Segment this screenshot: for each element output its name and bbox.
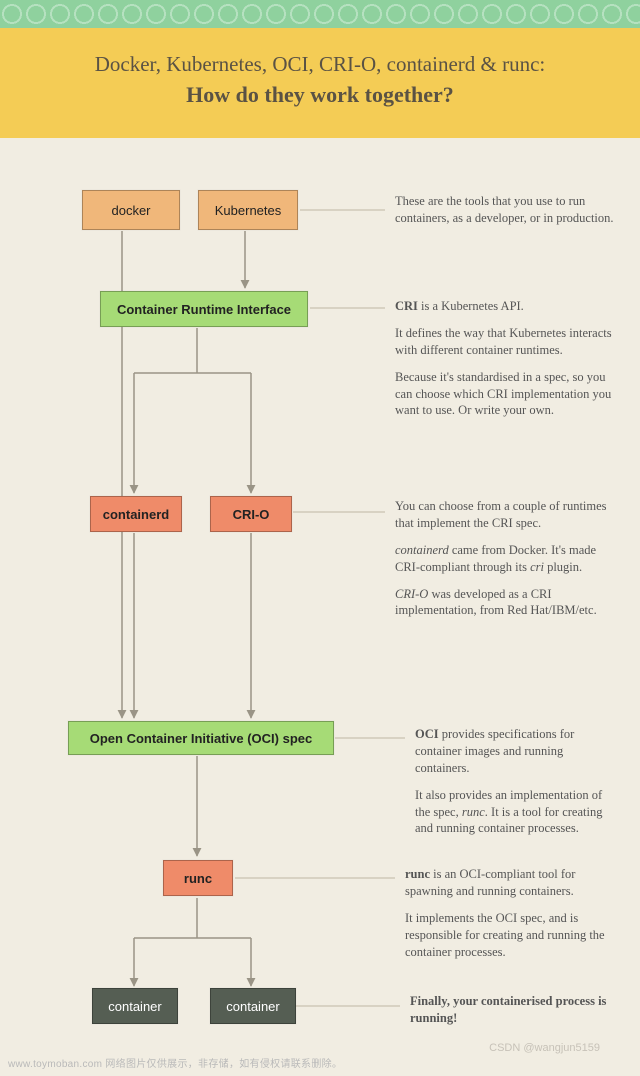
desc-oci-p1: OCI provides specifications for containe… <box>415 726 615 777</box>
desc-final-text: Finally, your containerised process is r… <box>410 993 615 1027</box>
desc-runc: runc is an OCI-compliant tool for spawni… <box>405 866 617 970</box>
desc-oci: OCI provides specifications for containe… <box>415 726 615 847</box>
node-container-b: container <box>210 988 296 1024</box>
node-crio: CRI-O <box>210 496 292 532</box>
desc-runtimes: You can choose from a couple of runtimes… <box>395 498 615 629</box>
desc-rt-p1: You can choose from a couple of runtimes… <box>395 498 615 532</box>
desc-rt-p3: CRI-O was developed as a CRI implementat… <box>395 586 615 620</box>
desc-runc-p2: It implements the OCI spec, and is respo… <box>405 910 617 961</box>
watermark-csdn: CSDN @wangjun5159 <box>489 1042 600 1054</box>
decorative-pattern-top <box>0 0 640 28</box>
title-line-2: How do they work together? <box>30 80 610 110</box>
node-runc: runc <box>163 860 233 896</box>
desc-tools-text: These are the tools that you use to run … <box>395 193 615 227</box>
node-oci: Open Container Initiative (OCI) spec <box>68 721 334 755</box>
page-title: Docker, Kubernetes, OCI, CRI-O, containe… <box>30 50 610 110</box>
desc-cri-p2: It defines the way that Kubernetes inter… <box>395 325 615 359</box>
node-kubernetes: Kubernetes <box>198 190 298 230</box>
watermark-toymoban: www.toymoban.com 网络图片仅供展示，非存储，如有侵权请联系删除。 <box>8 1055 342 1070</box>
desc-cri-p3: Because it's standardised in a spec, so … <box>395 369 615 420</box>
diagram-stage: docker Kubernetes These are the tools th… <box>0 138 640 1058</box>
desc-tools: These are the tools that you use to run … <box>395 193 615 237</box>
node-container-a: container <box>92 988 178 1024</box>
desc-rt-p2: containerd came from Docker. It's made C… <box>395 542 615 576</box>
node-cri: Container Runtime Interface <box>100 291 308 327</box>
desc-runc-p1: runc is an OCI-compliant tool for spawni… <box>405 866 617 900</box>
node-containerd: containerd <box>90 496 182 532</box>
desc-cri-p1: CRI is a Kubernetes API. <box>395 298 615 315</box>
desc-final: Finally, your containerised process is r… <box>410 993 615 1037</box>
node-docker: docker <box>82 190 180 230</box>
desc-oci-p2: It also provides an implementation of th… <box>415 787 615 838</box>
title-band: Docker, Kubernetes, OCI, CRI-O, containe… <box>0 28 640 138</box>
title-line-1: Docker, Kubernetes, OCI, CRI-O, containe… <box>95 52 546 76</box>
desc-cri: CRI is a Kubernetes API. It defines the … <box>395 298 615 429</box>
